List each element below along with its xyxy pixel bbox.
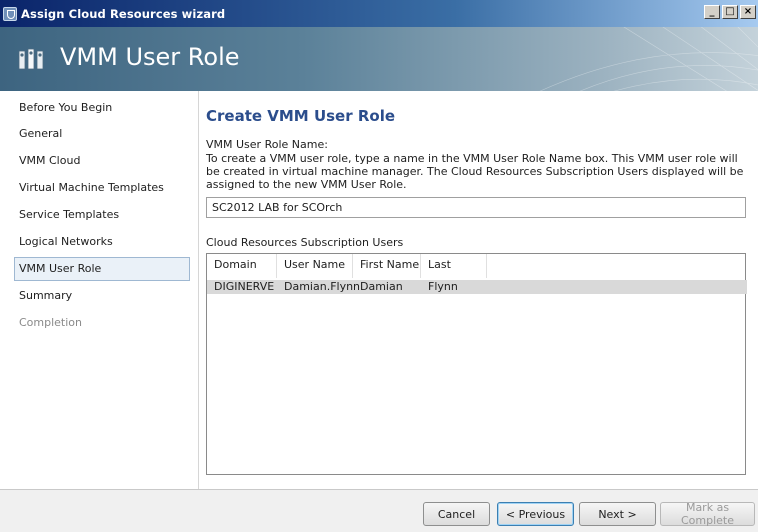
banner-title: VMM User Role xyxy=(60,43,240,71)
banner-decoration xyxy=(539,27,758,91)
cell-first-name: Damian xyxy=(360,280,403,293)
cell-last-name: Flynn xyxy=(428,280,458,293)
title-bar: Assign Cloud Resources wizard _ □ × xyxy=(0,0,758,27)
wizard-banner: VMM User Role xyxy=(0,27,758,91)
step-virtual-machine-templates[interactable]: Virtual Machine Templates xyxy=(14,176,190,200)
step-logical-networks[interactable]: Logical Networks xyxy=(14,230,190,254)
wizard-footer: Cancel < Previous Next > Mark as Complet… xyxy=(0,489,758,532)
step-before-you-begin[interactable]: Before You Begin xyxy=(14,96,190,120)
previous-button[interactable]: < Previous xyxy=(497,502,574,526)
step-vmm-user-role[interactable]: VMM User Role xyxy=(14,257,190,281)
minimize-button[interactable]: _ xyxy=(704,5,720,19)
table-header: Domain User Name First Name Last Name xyxy=(207,254,487,293)
close-button[interactable]: × xyxy=(740,5,756,19)
column-header-first-name[interactable]: First Name xyxy=(353,254,421,278)
column-header-user-name[interactable]: User Name xyxy=(277,254,353,278)
subscription-users-table[interactable]: Domain User Name First Name Last Name DI… xyxy=(206,253,747,475)
role-name-help-text: To create a VMM user role, type a name i… xyxy=(206,152,744,191)
mark-as-complete-button: Mark as Complete xyxy=(660,501,755,527)
users-icon xyxy=(18,48,44,70)
step-summary[interactable]: Summary xyxy=(14,284,190,308)
step-vmm-cloud[interactable]: VMM Cloud xyxy=(14,149,190,173)
maximize-button[interactable]: □ xyxy=(722,5,738,19)
cell-domain: DIGINERVE xyxy=(214,280,275,293)
cell-user-name: Damian.Flynn xyxy=(284,280,361,293)
table-row[interactable]: DIGINERVE Damian.Flynn Damian Flynn xyxy=(207,280,747,294)
next-button[interactable]: Next > xyxy=(579,502,656,526)
wizard-app-icon xyxy=(3,6,17,21)
step-general[interactable]: General xyxy=(14,122,190,146)
role-name-input[interactable] xyxy=(206,197,746,218)
wizard-steps-sidebar: Before You Begin General VMM Cloud Virtu… xyxy=(0,91,199,489)
window-title: Assign Cloud Resources wizard xyxy=(21,6,226,21)
column-header-last-name[interactable]: Last Name xyxy=(421,254,487,293)
page-heading: Create VMM User Role xyxy=(206,107,396,125)
step-service-templates[interactable]: Service Templates xyxy=(14,203,190,227)
role-name-label: VMM User Role Name: xyxy=(206,138,328,151)
step-completion: Completion xyxy=(19,316,83,329)
subscription-users-label: Cloud Resources Subscription Users xyxy=(206,236,404,249)
cancel-button[interactable]: Cancel xyxy=(423,502,490,526)
window-controls: _ □ × xyxy=(704,5,756,19)
column-header-domain[interactable]: Domain xyxy=(207,254,277,278)
wizard-page-content: Create VMM User Role VMM User Role Name:… xyxy=(200,91,758,489)
